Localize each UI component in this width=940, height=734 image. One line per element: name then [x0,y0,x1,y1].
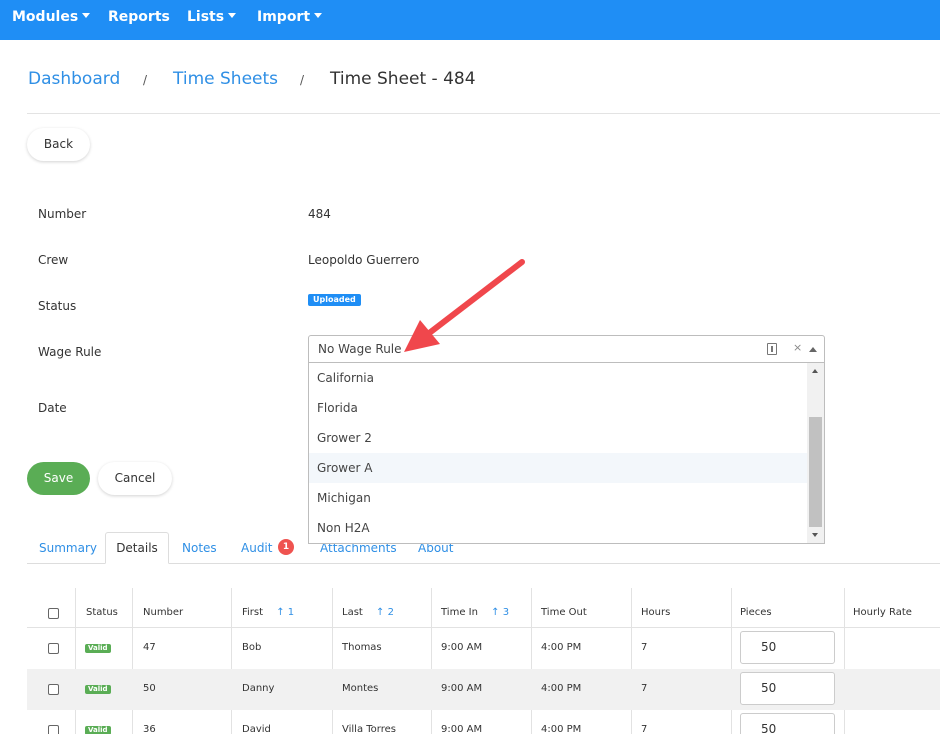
column-header-time-out[interactable]: Time Out [541,607,587,618]
column-header-status: Status [86,607,118,618]
number-value: 484 [308,207,331,221]
select-all-checkbox[interactable] [48,608,59,619]
sort-asc-icon: ↑ 3 [491,607,510,618]
wage-rule-option[interactable]: Grower 2 [309,423,807,453]
valid-badge: Valid [85,726,111,734]
wage-rule-selected-value: No Wage Rule [318,342,402,356]
number-label: Number [38,207,87,221]
cell-first: Danny [242,683,275,694]
tab-details[interactable]: Details [105,532,169,564]
tab-notes[interactable]: Notes [182,541,217,555]
cell-hours: 7 [641,724,648,734]
document-icon [767,343,777,355]
scroll-up-icon[interactable] [812,369,818,373]
status-label: Status [38,299,77,313]
row-checkbox[interactable] [48,643,59,654]
pieces-input[interactable]: 50 [740,672,835,705]
wage-rule-option[interactable]: California [309,363,807,393]
column-header-time-in[interactable]: Time In ↑ 3 [441,607,509,618]
cell-last: Villa Torres [342,724,396,734]
cancel-button[interactable]: Cancel [98,462,172,495]
cell-time-out: 4:00 PM [541,683,582,694]
column-header-pieces[interactable]: Pieces [740,607,772,618]
back-button[interactable]: Back [27,128,90,161]
valid-badge: Valid [85,644,111,653]
crew-value: Leopoldo Guerrero [308,253,420,267]
cell-number: 47 [143,642,156,653]
annotation-arrow-shaft [425,259,525,337]
top-navbar: Modules Reports Lists Import [0,0,940,40]
row-checkbox[interactable] [48,684,59,695]
wage-rule-option[interactable]: Florida [309,393,807,423]
cell-hours: 7 [641,642,648,653]
cell-time-in: 9:00 AM [441,683,483,694]
wage-rule-option[interactable]: Non H2A [309,513,807,543]
scroll-down-icon[interactable] [812,533,818,537]
wage-rule-label: Wage Rule [38,345,102,359]
cell-number: 50 [143,683,156,694]
column-header-number[interactable]: Number [143,607,183,618]
wage-rule-option[interactable]: Michigan [309,483,807,513]
chevron-down-icon [82,13,91,18]
time-in-header-label: Time In [441,607,478,618]
chevron-down-icon [228,13,237,18]
breadcrumb-separator: / [143,73,148,87]
cell-time-in: 9:00 AM [441,724,483,734]
last-header-label: Last [342,607,363,618]
wage-rule-select[interactable]: No Wage Rule × [308,335,825,363]
cell-time-out: 4:00 PM [541,724,582,734]
sort-asc-icon: ↑ 1 [276,607,295,618]
scrollbar-thumb[interactable] [809,417,822,527]
breadcrumb-dashboard-link[interactable]: Dashboard [28,69,120,89]
breadcrumb-separator: / [300,73,305,87]
nav-modules-menu[interactable]: Modules [12,9,91,25]
status-badge: Uploaded [308,294,361,306]
dropdown-scrollbar[interactable] [807,363,824,543]
nav-modules-label: Modules [12,9,79,25]
chevron-down-icon [314,13,323,18]
date-label: Date [38,401,67,415]
first-header-label: First [242,607,264,618]
crew-label: Crew [38,253,69,267]
tab-audit[interactable]: Audit [241,541,272,555]
cell-time-out: 4:00 PM [541,642,582,653]
divider [27,113,940,114]
cell-number: 36 [143,724,156,734]
cell-last: Thomas [342,642,382,653]
row-checkbox[interactable] [48,725,59,734]
wage-rule-option-highlighted[interactable]: Grower A [309,453,807,483]
nav-reports-link[interactable]: Reports [108,9,170,25]
nav-import-label: Import [257,9,311,25]
chevron-up-icon[interactable] [809,347,817,352]
save-button[interactable]: Save [27,462,90,495]
pieces-input[interactable]: 50 [740,631,835,664]
sort-asc-icon: ↑ 2 [376,607,394,618]
nav-reports-label: Reports [108,9,170,25]
valid-badge: Valid [85,685,111,694]
tab-summary[interactable]: Summary [39,541,97,555]
column-header-last[interactable]: Last ↑ 2 [342,607,394,618]
nav-lists-label: Lists [187,9,225,25]
page-title: Time Sheet - 484 [330,69,476,89]
wage-rule-dropdown: California Florida Grower 2 Grower A Mic… [308,362,825,544]
cell-first: Bob [242,642,262,653]
nav-import-menu[interactable]: Import [257,9,323,25]
column-header-hourly-rate[interactable]: Hourly Rate [853,607,912,618]
cell-hours: 7 [641,683,648,694]
audit-count-badge: 1 [278,539,294,555]
column-header-hours[interactable]: Hours [641,607,670,618]
nav-lists-menu[interactable]: Lists [187,9,237,25]
cell-time-in: 9:00 AM [441,642,483,653]
breadcrumb-time-sheets-link[interactable]: Time Sheets [173,69,278,89]
cell-last: Montes [342,683,379,694]
pieces-input[interactable]: 50 [740,713,835,734]
cell-first: David [242,724,271,734]
clear-icon[interactable]: × [793,341,802,354]
column-header-first[interactable]: First ↑ 1 [242,607,294,618]
